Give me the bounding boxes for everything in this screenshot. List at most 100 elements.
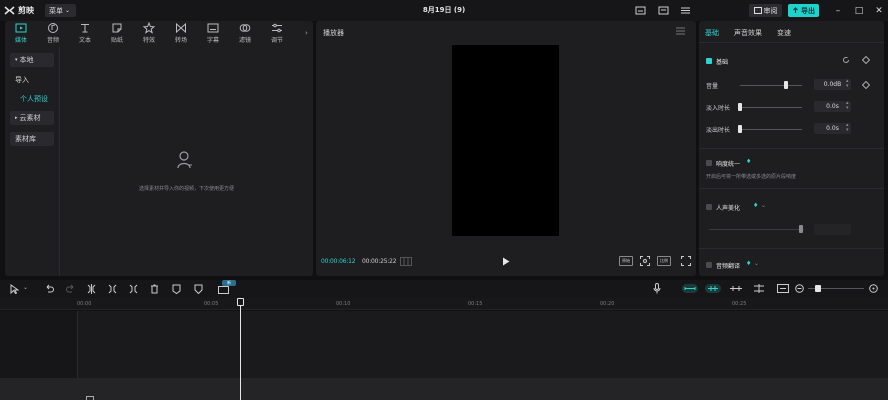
minimize-icon[interactable]: – bbox=[830, 4, 846, 17]
tool-label: 特效 bbox=[142, 37, 155, 44]
effects-icon bbox=[143, 22, 155, 34]
tool-label: 转场 bbox=[174, 37, 187, 44]
main-track-magnet-toggle[interactable] bbox=[682, 284, 698, 293]
redo-icon[interactable] bbox=[66, 284, 75, 293]
split-icon[interactable] bbox=[87, 284, 96, 294]
tool-audio[interactable]: 音频 bbox=[37, 21, 69, 45]
voice-beautify-checkbox[interactable] bbox=[706, 204, 712, 210]
playhead-handle[interactable] bbox=[237, 298, 244, 306]
keyframe-icon[interactable] bbox=[862, 56, 870, 64]
sidebar-item-cloud[interactable]: ▸ 云素材 bbox=[10, 111, 54, 125]
voice-beautify-label: 人声美化 bbox=[716, 205, 741, 212]
fadeout-label: 淡出时长 bbox=[706, 127, 731, 134]
fadein-knob[interactable] bbox=[738, 103, 742, 111]
timecode-current: 00:00:06:12 bbox=[321, 258, 356, 265]
export-button[interactable]: 导出 bbox=[788, 4, 819, 17]
app-name: 剪映 bbox=[18, 6, 34, 15]
shield-icon[interactable] bbox=[194, 284, 203, 294]
app-logo: 剪映 bbox=[4, 4, 34, 17]
chevron-right-icon[interactable]: › bbox=[305, 29, 308, 37]
tool-label: 字幕 bbox=[206, 37, 219, 44]
zoom-out-icon[interactable] bbox=[795, 284, 804, 293]
select-tool-icon[interactable] bbox=[10, 284, 19, 294]
voice-beautify-slider[interactable] bbox=[709, 229, 804, 230]
menu-button[interactable]: 菜单 ⌄ bbox=[45, 4, 76, 17]
play-icon[interactable] bbox=[502, 257, 510, 266]
volume-knob[interactable] bbox=[784, 81, 788, 89]
tool-label: 贴纸 bbox=[110, 37, 123, 44]
tool-media[interactable]: 媒体 bbox=[5, 21, 37, 45]
fadeout-knob[interactable] bbox=[738, 125, 742, 133]
playhead[interactable] bbox=[240, 298, 241, 400]
delete-icon[interactable] bbox=[150, 284, 159, 294]
tool-adjust[interactable]: 调节 bbox=[261, 21, 293, 45]
close-icon[interactable]: ✕ bbox=[871, 4, 887, 17]
tool-text[interactable]: 文本 bbox=[69, 21, 101, 45]
maximize-icon[interactable]: □ bbox=[851, 4, 867, 17]
align-icon[interactable] bbox=[777, 284, 789, 293]
linkage-icon[interactable] bbox=[729, 284, 743, 293]
fadeout-slider[interactable] bbox=[740, 129, 802, 130]
review-button[interactable]: 审阅 bbox=[749, 4, 782, 17]
reset-icon[interactable] bbox=[842, 56, 850, 64]
voice-beautify-knob[interactable] bbox=[799, 225, 803, 233]
fadein-stepper[interactable]: ▴ ▾ bbox=[846, 101, 849, 111]
tool-subtitle[interactable]: 字幕 bbox=[197, 21, 229, 45]
fadeout-stepper[interactable]: ▴ ▾ bbox=[846, 123, 849, 133]
volume-slider[interactable] bbox=[740, 85, 802, 86]
vip-diamond-icon: ♦ bbox=[746, 260, 752, 267]
main-track[interactable] bbox=[0, 378, 888, 400]
menu-label: 菜单 bbox=[49, 6, 63, 15]
track-lock-icon[interactable] bbox=[86, 396, 94, 400]
volume-keyframe-icon[interactable] bbox=[862, 81, 870, 89]
timeline-ruler[interactable]: 00:00 00:05 00:10 00:15 00:20 00:25 bbox=[0, 298, 888, 310]
tool-effects[interactable]: 特效 bbox=[133, 21, 165, 45]
video-preview[interactable] bbox=[452, 45, 559, 236]
ratio-button[interactable]: 比例 bbox=[657, 256, 671, 266]
fullscreen-icon[interactable] bbox=[681, 256, 691, 266]
grid-icon[interactable] bbox=[400, 257, 412, 266]
tab-speed[interactable]: 变速 bbox=[777, 28, 791, 38]
adjust-icon bbox=[271, 22, 283, 34]
sidebar-item-local[interactable]: ▾ 本地 bbox=[10, 53, 54, 67]
auto-snap-toggle[interactable] bbox=[705, 284, 721, 293]
chevron-down-icon[interactable]: ⌄ bbox=[23, 284, 28, 291]
audio-translate-checkbox[interactable] bbox=[706, 262, 712, 268]
vip-diamond-icon: ♦ bbox=[753, 202, 759, 209]
split-left-icon[interactable] bbox=[108, 284, 117, 294]
freeze-icon[interactable] bbox=[172, 284, 181, 294]
voice-beautify-value[interactable] bbox=[814, 224, 851, 235]
zoom-fit-icon[interactable] bbox=[869, 284, 878, 293]
sticker-icon bbox=[111, 22, 123, 34]
settings-lines-icon[interactable] bbox=[678, 4, 692, 17]
time-mark: 00:05 bbox=[204, 301, 219, 307]
tool-sticker[interactable]: 贴纸 bbox=[101, 21, 133, 45]
menu-lines-icon[interactable] bbox=[676, 27, 685, 35]
loudness-checkbox[interactable] bbox=[706, 160, 712, 166]
tool-transition[interactable]: 转场 bbox=[165, 21, 197, 45]
sidebar-item-library[interactable]: 素材库 bbox=[10, 132, 54, 146]
tab-sound-effects[interactable]: 声音效果 bbox=[734, 28, 762, 38]
undo-icon[interactable] bbox=[45, 284, 54, 293]
preview-axis-icon[interactable] bbox=[753, 284, 765, 293]
document-title[interactable]: 8月19日 (9) bbox=[380, 5, 508, 15]
media-toolbar: 媒体 音频 文本 贴纸 特效 转场 字幕 滤镜 调节 bbox=[5, 21, 313, 45]
shortcut-icon[interactable] bbox=[656, 4, 670, 17]
import-area[interactable]: 选择素材并导入你的视频，下次使用更方便 bbox=[60, 47, 313, 276]
chevron-down-icon[interactable]: ⌄ bbox=[761, 202, 766, 209]
sidebar-item-import[interactable]: 导入 bbox=[10, 73, 54, 87]
split-right-icon[interactable] bbox=[129, 284, 138, 294]
layout-icon[interactable] bbox=[633, 4, 647, 17]
basic-checkbox[interactable] bbox=[706, 58, 712, 64]
zoom-knob[interactable] bbox=[815, 285, 821, 292]
original-size-button[interactable]: 原始 bbox=[619, 256, 633, 266]
text-icon bbox=[79, 22, 91, 34]
tab-basic[interactable]: 基础 bbox=[705, 28, 719, 38]
fadein-slider[interactable] bbox=[740, 107, 802, 108]
sidebar-item-personal[interactable]: 个人预设 bbox=[15, 92, 59, 106]
tool-filter[interactable]: 滤镜 bbox=[229, 21, 261, 45]
focus-icon[interactable] bbox=[640, 256, 650, 266]
volume-stepper[interactable]: ▴ ▾ bbox=[846, 79, 849, 89]
chevron-down-icon[interactable]: ⌄ bbox=[754, 260, 759, 267]
microphone-icon[interactable] bbox=[653, 283, 661, 294]
